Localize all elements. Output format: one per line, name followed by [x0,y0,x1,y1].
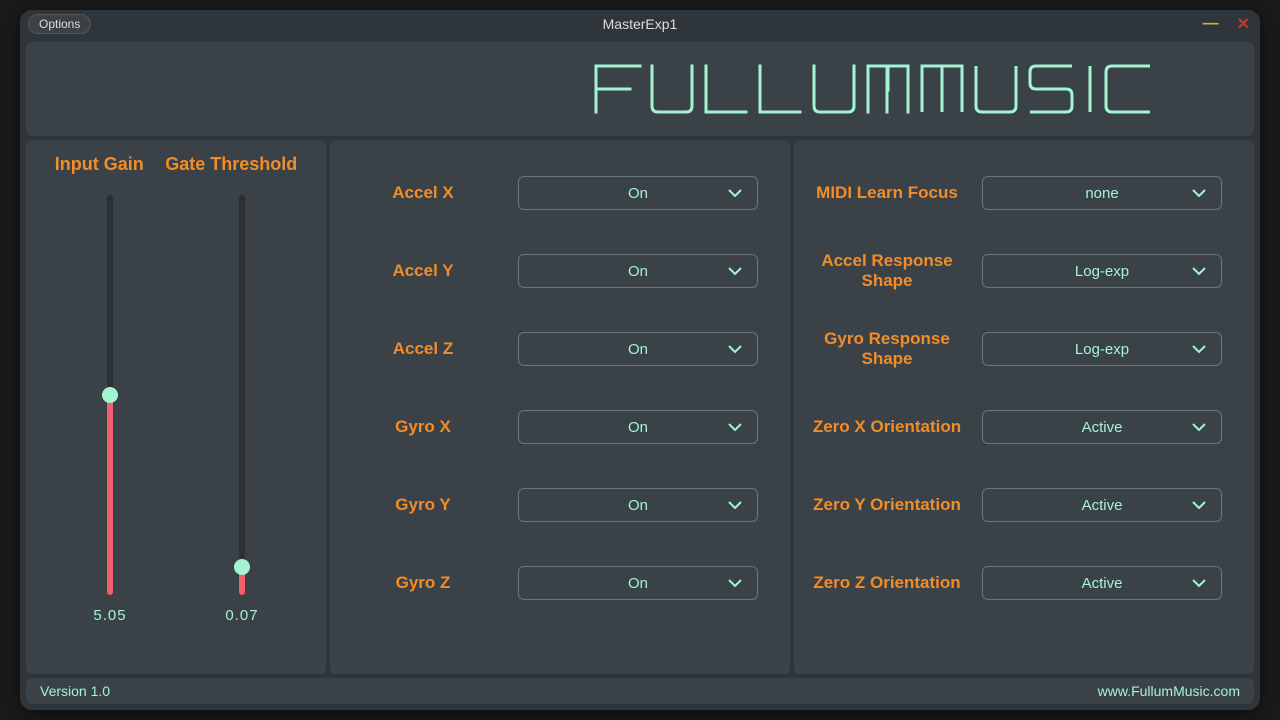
gyro-x-dropdown[interactable]: On [518,410,758,444]
midi-learn-value: none [1085,185,1118,202]
footer-url[interactable]: www.FullumMusic.com [1098,683,1240,699]
options-button[interactable]: Options [28,14,91,34]
zero-z-value: Active [1082,575,1123,592]
brand-logo [590,58,1230,120]
accel-z-dropdown[interactable]: On [518,332,758,366]
version-label: Version 1.0 [40,683,110,699]
accel-y-label: Accel Y [348,261,498,281]
settings-panel: MIDI Learn Focus none Accel Response Sha… [794,140,1254,674]
input-gain-slider[interactable]: 5.05 [80,195,140,660]
gyro-y-label: Gyro Y [348,495,498,515]
chevron-down-icon [1191,188,1207,198]
chevron-down-icon [727,344,743,354]
app-window: Options MasterExp1 — ✕ [20,10,1260,710]
gyro-y-value: On [628,497,648,514]
input-gain-label: Input Gain [55,154,144,175]
chevron-down-icon [727,422,743,432]
accel-y-dropdown[interactable]: On [518,254,758,288]
zero-z-label: Zero Z Orientation [812,573,962,593]
chevron-down-icon [727,500,743,510]
gate-threshold-value: 0.07 [225,607,258,624]
gyro-shape-label: Gyro Response Shape [812,329,962,368]
zero-y-label: Zero Y Orientation [812,495,962,515]
gyro-x-label: Gyro X [348,417,498,437]
gyro-x-value: On [628,419,648,436]
accel-z-value: On [628,341,648,358]
axis-panel: Accel X On Accel Y On Accel Z On [330,140,790,674]
chevron-down-icon [1191,344,1207,354]
content-row: Input Gain Gate Threshold 5.05 0.07 [20,138,1260,676]
accel-shape-label: Accel Response Shape [812,251,962,290]
zero-y-value: Active [1082,497,1123,514]
accel-z-label: Accel Z [348,339,498,359]
zero-y-dropdown[interactable]: Active [982,488,1222,522]
chevron-down-icon [1191,500,1207,510]
chevron-down-icon [727,188,743,198]
midi-learn-dropdown[interactable]: none [982,176,1222,210]
gyro-z-value: On [628,575,648,592]
accel-x-label: Accel X [348,183,498,203]
accel-x-dropdown[interactable]: On [518,176,758,210]
gate-threshold-label: Gate Threshold [165,154,297,175]
gyro-shape-value: Log-exp [1075,341,1129,358]
window-controls: — ✕ [1203,14,1250,34]
header-panel [26,42,1254,136]
chevron-down-icon [1191,266,1207,276]
midi-learn-label: MIDI Learn Focus [812,183,962,203]
gyro-y-dropdown[interactable]: On [518,488,758,522]
accel-shape-value: Log-exp [1075,263,1129,280]
gyro-shape-dropdown[interactable]: Log-exp [982,332,1222,366]
chevron-down-icon [1191,422,1207,432]
zero-x-value: Active [1082,419,1123,436]
close-icon[interactable]: ✕ [1237,14,1250,34]
chevron-down-icon [727,578,743,588]
chevron-down-icon [1191,578,1207,588]
minimize-icon[interactable]: — [1203,15,1219,33]
input-gain-value: 5.05 [93,607,126,624]
footer: Version 1.0 www.FullumMusic.com [26,678,1254,704]
titlebar: Options MasterExp1 — ✕ [20,10,1260,38]
accel-shape-dropdown[interactable]: Log-exp [982,254,1222,288]
gate-threshold-slider[interactable]: 0.07 [212,195,272,660]
zero-x-label: Zero X Orientation [812,417,962,437]
zero-x-dropdown[interactable]: Active [982,410,1222,444]
zero-z-dropdown[interactable]: Active [982,566,1222,600]
gyro-z-dropdown[interactable]: On [518,566,758,600]
accel-x-value: On [628,185,648,202]
accel-y-value: On [628,263,648,280]
sliders-panel: Input Gain Gate Threshold 5.05 0.07 [26,140,326,674]
window-title: MasterExp1 [20,16,1260,32]
gyro-z-label: Gyro Z [348,573,498,593]
chevron-down-icon [727,266,743,276]
